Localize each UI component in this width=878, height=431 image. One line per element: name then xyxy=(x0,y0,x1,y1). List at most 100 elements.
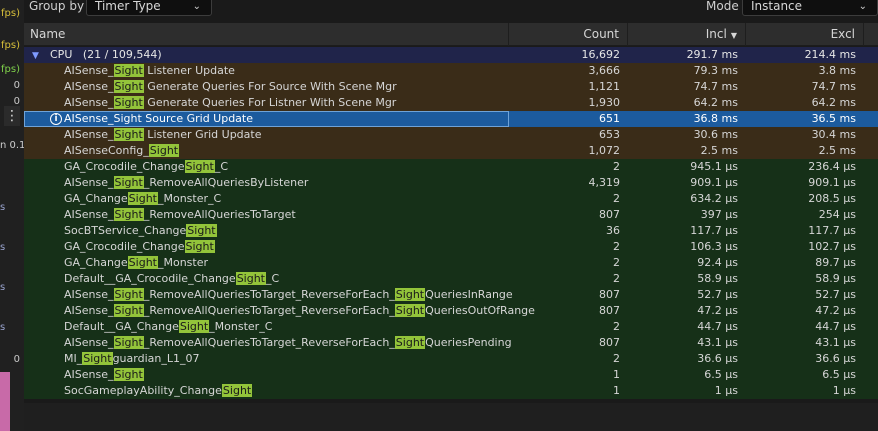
timer-name-text: AISense_ xyxy=(64,80,114,93)
search-match-highlight: Sight xyxy=(394,336,426,349)
column-header-incl[interactable]: Incl ▼ xyxy=(628,23,746,46)
search-match-highlight: Sight xyxy=(186,224,217,237)
table-row[interactable]: GA_Crocodile_ChangeSight 2 106.3 μs 102.7 μ… xyxy=(24,239,878,255)
table-row[interactable]: SocGameplayAbility_ChangeSight 1 1 μs 1 μs xyxy=(24,383,878,399)
excl-cell: 102.7 μs xyxy=(808,240,856,253)
timer-name-text: QueriesPending xyxy=(425,336,512,349)
table-row[interactable]: AISense_Sight_RemoveAllQueriesByListener… xyxy=(24,175,878,191)
neighbor-panel-strip: fps) fps) fps) 0 0 ⋮ n 0.1 s s s s 0 xyxy=(0,0,24,431)
table-row[interactable]: AISense_Sight Listener Grid Update 653 30.… xyxy=(24,127,878,143)
column-header-count[interactable]: Count xyxy=(509,23,628,46)
count-cell: 807 xyxy=(599,304,620,317)
table-row[interactable]: AISense_Sight_RemoveAllQueriesToTarget 80… xyxy=(24,207,878,223)
group-detail: (21 / 109,544) xyxy=(82,48,162,61)
timer-name-text: Generate Queries For Listner With Scene … xyxy=(143,96,397,109)
excl-cell: 1 μs xyxy=(832,384,856,397)
timer-name-cell: AISense_Sight_RemoveAllQueriesToTarget_R… xyxy=(24,287,513,303)
table-row[interactable]: AISense_Sight_RemoveAllQueriesToTarget_R… xyxy=(24,335,878,351)
table-row[interactable]: AISense_Sight Listener Update 3,666 79.3 m… xyxy=(24,63,878,79)
timer-name-text: AISense_ xyxy=(64,96,114,109)
excl-cell: 117.7 μs xyxy=(808,224,856,237)
timer-name-text: _Monster_C xyxy=(209,320,273,333)
incl-cell: 47.2 μs xyxy=(697,304,738,317)
search-match-highlight: Sight xyxy=(113,80,144,93)
excl-cell: 47.2 μs xyxy=(815,304,856,317)
timer-name-cell: AISenseConfig_Sight xyxy=(24,143,509,159)
search-match-highlight: Sight xyxy=(178,320,210,333)
incl-cell: 74.7 ms xyxy=(693,80,738,93)
table-row[interactable]: GA_ChangeSight_Monster_C 2 634.2 μs 208.5 μ… xyxy=(24,191,878,207)
tree-group-row[interactable]: ▼ CPU (21 / 109,544) 16,692 291.7 ms 214.… xyxy=(24,47,878,63)
table-row[interactable]: AISense_Sight_RemoveAllQueriesToTarget_R… xyxy=(24,287,878,303)
group-by-dropdown[interactable]: Timer Type ⌄ xyxy=(86,0,212,16)
count-cell: 2 xyxy=(613,256,620,269)
incl-cell: 52.7 μs xyxy=(697,288,738,301)
incl-cell: 79.3 ms xyxy=(693,64,738,77)
timer-name-text: _C xyxy=(214,160,228,173)
table-row[interactable]: AISense_Sight 1 6.5 μs 6.5 μs xyxy=(24,367,878,383)
search-match-highlight: Sight xyxy=(113,176,144,189)
excl-cell: 3.8 ms xyxy=(818,64,856,77)
collapse-arrow-icon[interactable]: ▼ xyxy=(32,48,50,64)
table-row[interactable]: AISense_Sight Generate Queries For Listn… xyxy=(24,95,878,111)
count-cell: 651 xyxy=(599,112,620,125)
table-row[interactable]: i AISense_Sight Source Grid Update 651 36.8… xyxy=(24,111,878,127)
neighbor-mark: s xyxy=(0,322,6,333)
search-match-highlight: Sight xyxy=(113,336,144,349)
fps-readout: fps) xyxy=(1,8,20,19)
search-match-highlight: Sight xyxy=(184,240,215,253)
timer-name-text: GA_Change xyxy=(64,256,128,269)
timer-name-text: MI_ xyxy=(64,352,83,365)
table-row[interactable]: GA_ChangeSight_Monster 2 92.4 μs 89.7 μs xyxy=(24,255,878,271)
timer-tree: ▼ CPU (21 / 109,544) 16,692 291.7 ms 214.… xyxy=(24,47,878,403)
incl-cell: 44.7 μs xyxy=(697,320,738,333)
mode-dropdown[interactable]: Instance ⌄ xyxy=(742,0,878,16)
table-row[interactable]: GA_Crocodile_ChangeSight_C 2 945.1 μs 236.4… xyxy=(24,159,878,175)
count-cell: 36 xyxy=(606,224,620,237)
table-row[interactable]: AISenseConfig_Sight 1,072 2.5 ms 2.5 ms xyxy=(24,143,878,159)
table-row[interactable]: SocBTService_ChangeSight 36 117.7 μs 117.7 … xyxy=(24,223,878,239)
timer-name-text: guardian_L1_07 xyxy=(112,352,200,365)
search-match-highlight: Sight xyxy=(113,128,144,141)
timer-name-cell: SocBTService_ChangeSight xyxy=(24,223,509,239)
count-cell: 2 xyxy=(613,160,620,173)
timer-name-cell: AISense_Sight Generate Queries For Listn… xyxy=(24,95,509,111)
timer-name-text: _Monster xyxy=(157,256,209,269)
table-row[interactable]: MI_Sightguardian_L1_07 2 36.6 μs 36.6 μs xyxy=(24,351,878,367)
timer-name-cell: GA_ChangeSight_Monster xyxy=(24,255,509,271)
count-cell: 807 xyxy=(599,336,620,349)
info-icon[interactable]: i xyxy=(50,113,62,125)
column-header-excl[interactable]: Excl xyxy=(746,23,864,46)
timer-name-text: _RemoveAllQueriesToTarget_ReverseForEach… xyxy=(143,304,395,317)
excl-cell: 58.9 μs xyxy=(815,272,856,285)
timer-name-text: AISense_ xyxy=(64,208,114,221)
search-match-highlight: Sight xyxy=(113,64,144,77)
more-options-icon[interactable]: ⋮ xyxy=(4,106,20,126)
timer-name-text: Generate Queries For Source With Scene M… xyxy=(143,80,397,93)
track-swatch xyxy=(0,372,10,431)
group-by-label: Group by xyxy=(29,0,85,13)
search-match-highlight: Sight xyxy=(113,208,144,221)
timer-name-text: AISense_ xyxy=(64,304,114,317)
table-row[interactable]: AISense_Sight_RemoveAllQueriesToTarget_R… xyxy=(24,303,878,319)
count-cell: 2 xyxy=(613,192,620,205)
table-row[interactable]: AISense_Sight Generate Queries For Sourc… xyxy=(24,79,878,95)
table-row[interactable]: Default__GA_ChangeSight_Monster_C 2 44.7 μ… xyxy=(24,319,878,335)
table-row[interactable]: Default__GA_Crocodile_ChangeSight_C 2 58.9… xyxy=(24,271,878,287)
column-header-name[interactable]: Name xyxy=(24,23,509,46)
timer-name-cell: Default__GA_Crocodile_ChangeSight_C xyxy=(24,271,509,287)
search-match-highlight: Sight xyxy=(113,96,144,109)
incl-cell: 43.1 μs xyxy=(697,336,738,349)
count-cell: 807 xyxy=(599,208,620,221)
excl-cell: 2.5 ms xyxy=(818,144,856,157)
search-match-highlight: Sight xyxy=(113,368,144,381)
excl-cell: 214.4 ms xyxy=(804,48,856,61)
sort-descending-icon: ▼ xyxy=(730,31,737,40)
incl-cell: 36.8 ms xyxy=(693,112,738,125)
excl-cell: 36.5 ms xyxy=(811,112,856,125)
timers-panel: Group by Timer Type ⌄ Mode Instance ⌄ Na… xyxy=(24,0,878,431)
timer-name-text: AISense_ xyxy=(64,288,114,301)
timer-name-text: Listener Update xyxy=(143,64,235,77)
count-cell: 2 xyxy=(613,272,620,285)
timer-name-text: _RemoveAllQueriesToTarget_ReverseForEach… xyxy=(143,336,395,349)
